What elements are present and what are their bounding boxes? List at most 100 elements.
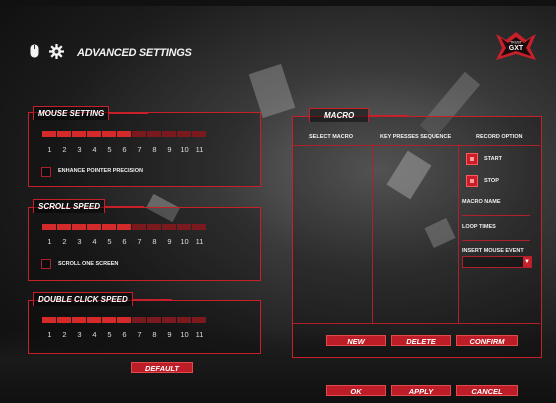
scroll-speed-ticks: 1 2 3 4 5 6 7 8 9 10 11 (42, 237, 207, 246)
mouse-setting-title: MOUSE SETTING (33, 106, 149, 120)
slider-segment[interactable] (177, 131, 191, 137)
slider-tick-label: 6 (122, 330, 127, 339)
slider-segment[interactable] (192, 317, 206, 323)
slider-segment[interactable] (102, 224, 116, 230)
slider-tick-label: 8 (152, 330, 157, 339)
slider-segment[interactable] (72, 131, 86, 137)
confirm-macro-button[interactable]: CONFIRM (456, 335, 518, 346)
slider-segment[interactable] (87, 317, 101, 323)
slider-segment[interactable] (162, 131, 176, 137)
slider-tick-label: 4 (92, 237, 97, 246)
slider-tick-label: 2 (62, 330, 67, 339)
macro-column-divider (458, 146, 459, 323)
slider-segment[interactable] (192, 131, 206, 137)
delete-macro-button[interactable]: DELETE (391, 335, 451, 346)
slider-segment[interactable] (72, 317, 86, 323)
loop-times-input[interactable] (462, 232, 530, 241)
key-presses-sequence-list[interactable] (374, 147, 457, 322)
slider-segment[interactable] (42, 224, 56, 230)
scroll-one-screen-label: SCROLL ONE SCREEN (58, 261, 119, 267)
insert-mouse-event-label: INSERT MOUSE EVENT (462, 248, 524, 254)
slider-segment[interactable] (132, 224, 146, 230)
slider-tick-label: 2 (62, 145, 67, 154)
slider-segment[interactable] (117, 317, 131, 323)
slider-tick-label: 6 (122, 237, 127, 246)
slider-tick-label: 9 (167, 237, 172, 246)
gear-icon[interactable] (49, 44, 64, 64)
slider-segment[interactable] (132, 131, 146, 137)
slider-tick-label: 7 (137, 330, 142, 339)
slider-tick-label: 1 (47, 330, 52, 339)
scroll-one-screen-checkbox[interactable] (41, 259, 51, 269)
apply-button[interactable]: APPLY (391, 385, 451, 396)
slider-segment[interactable] (42, 131, 56, 137)
macro-name-label: MACRO NAME (462, 199, 501, 205)
slider-tick-label: 3 (77, 330, 82, 339)
chevron-down-icon[interactable]: ▼ (523, 257, 531, 267)
loop-times-label: LOOP TIMES (462, 224, 496, 230)
insert-mouse-event-dropdown[interactable]: ▼ (462, 256, 532, 268)
default-button[interactable]: DEFAULT (131, 362, 193, 373)
svg-text:GXT: GXT (509, 45, 524, 52)
slider-tick-label: 1 (47, 145, 52, 154)
slider-segment[interactable] (162, 317, 176, 323)
mouse-speed-ticks: 1 2 3 4 5 6 7 8 9 10 11 (42, 145, 207, 154)
slider-segment[interactable] (72, 224, 86, 230)
slider-segment[interactable] (117, 131, 131, 137)
slider-tick-label: 9 (167, 330, 172, 339)
brand-logo: TRUST GXT (492, 30, 540, 62)
slider-segment[interactable] (147, 224, 161, 230)
slider-segment[interactable] (87, 131, 101, 137)
slider-tick-label: 1 (47, 237, 52, 246)
slider-tick-label: 10 (180, 145, 189, 154)
cancel-button[interactable]: CANCEL (456, 385, 518, 396)
slider-segment[interactable] (162, 224, 176, 230)
window-top-bar (0, 0, 556, 6)
slider-tick-label: 11 (195, 330, 204, 339)
slider-segment[interactable] (102, 317, 116, 323)
slider-segment[interactable] (87, 224, 101, 230)
mouse-icon[interactable] (30, 44, 39, 63)
slider-segment[interactable] (147, 131, 161, 137)
slider-tick-label: 2 (62, 237, 67, 246)
macro-title: MACRO (309, 108, 409, 122)
slider-segment[interactable] (117, 224, 131, 230)
slider-tick-label: 4 (92, 330, 97, 339)
slider-segment[interactable] (192, 224, 206, 230)
ok-button[interactable]: OK (326, 385, 386, 396)
slider-segment[interactable] (57, 224, 71, 230)
background-debris (248, 63, 296, 119)
start-label: START (484, 156, 502, 162)
slider-tick-label: 7 (137, 145, 142, 154)
select-macro-header: SELECT MACRO (309, 134, 353, 140)
new-macro-button[interactable]: NEW (326, 335, 386, 346)
mouse-speed-slider[interactable] (42, 131, 206, 137)
start-record-button[interactable] (466, 153, 478, 165)
slider-tick-label: 7 (137, 237, 142, 246)
macro-name-input[interactable] (462, 207, 530, 216)
enhance-pointer-precision-checkbox[interactable] (41, 167, 51, 177)
slider-tick-label: 11 (195, 145, 204, 154)
scroll-speed-title: SCROLL SPEED (33, 199, 145, 213)
select-macro-list[interactable] (294, 147, 371, 322)
slider-tick-label: 6 (122, 145, 127, 154)
double-click-speed-slider[interactable] (42, 317, 206, 323)
slider-segment[interactable] (147, 317, 161, 323)
slider-segment[interactable] (57, 131, 71, 137)
slider-segment[interactable] (177, 224, 191, 230)
slider-segment[interactable] (102, 131, 116, 137)
slider-tick-label: 4 (92, 145, 97, 154)
enhance-pointer-precision-label: ENHANCE POINTER PRECISION (58, 168, 143, 174)
scroll-speed-slider[interactable] (42, 224, 206, 230)
slider-segment[interactable] (42, 317, 56, 323)
slider-tick-label: 10 (180, 330, 189, 339)
slider-tick-label: 10 (180, 237, 189, 246)
slider-tick-label: 5 (107, 237, 112, 246)
svg-text:TRUST: TRUST (510, 41, 523, 45)
slider-segment[interactable] (57, 317, 71, 323)
slider-segment[interactable] (177, 317, 191, 323)
slider-tick-label: 3 (77, 237, 82, 246)
stop-record-button[interactable] (466, 175, 478, 187)
slider-tick-label: 3 (77, 145, 82, 154)
slider-segment[interactable] (132, 317, 146, 323)
